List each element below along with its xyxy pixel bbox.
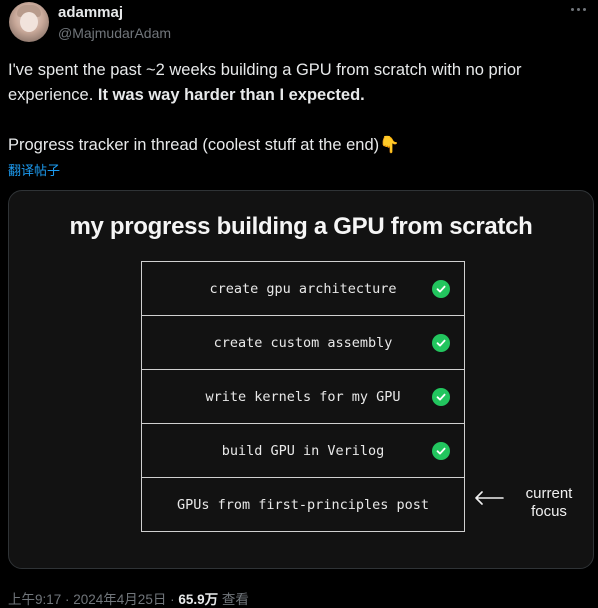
check-circle-icon xyxy=(432,334,450,352)
progress-row-label: build GPU in Verilog xyxy=(221,442,385,459)
avatar-face xyxy=(20,12,38,32)
progress-row-label: GPUs from first-principles post xyxy=(177,496,429,513)
author-handle[interactable]: @MajmudarAdam xyxy=(58,25,171,41)
progress-row: GPUs from first-principles post xyxy=(142,478,464,531)
views-label: 查看 xyxy=(218,592,249,607)
progress-row-label: create gpu architecture xyxy=(209,280,397,297)
card-title: my progress building a GPU from scratch xyxy=(69,213,533,240)
tweet-paragraph-1: I've spent the past ~2 weeks building a … xyxy=(8,58,588,108)
check-circle-icon xyxy=(432,388,450,406)
tweet-paragraph-2: Progress tracker in thread (coolest stuf… xyxy=(8,136,400,154)
tweet-image-card[interactable]: my progress building a GPU from scratch … xyxy=(8,190,594,569)
current-focus-label: current focus xyxy=(509,485,589,521)
progress-table: create gpu architecture create custom as… xyxy=(141,261,465,532)
progress-row: write kernels for my GPU xyxy=(142,370,464,424)
progress-row: create custom assembly xyxy=(142,316,464,370)
progress-row: build GPU in Verilog xyxy=(142,424,464,478)
progress-row-label: write kernels for my GPU xyxy=(205,388,401,405)
tweet-text-bold: It was way harder than I expected. xyxy=(97,86,365,104)
avatar[interactable] xyxy=(9,2,49,42)
progress-row: create gpu architecture xyxy=(142,262,464,316)
timestamp[interactable]: 上午9:17 · 2024年4月25日 · xyxy=(8,592,178,607)
check-circle-icon xyxy=(432,280,450,298)
views-count: 65.9万 xyxy=(178,592,219,607)
current-focus-line-1: current xyxy=(525,485,573,502)
check-circle-icon xyxy=(432,442,450,460)
progress-row-label: create custom assembly xyxy=(213,334,393,351)
tweet-text: I've spent the past ~2 weeks building a … xyxy=(8,58,588,158)
arrow-left-icon xyxy=(475,491,504,505)
current-focus-line-2: focus xyxy=(531,503,567,520)
translate-link[interactable]: 翻译帖子 xyxy=(8,160,60,179)
more-icon[interactable] xyxy=(567,4,590,15)
author-name[interactable]: adammaj xyxy=(58,4,123,21)
tweet-meta: 上午9:17 · 2024年4月25日 · 65.9万 查看 xyxy=(8,588,249,608)
